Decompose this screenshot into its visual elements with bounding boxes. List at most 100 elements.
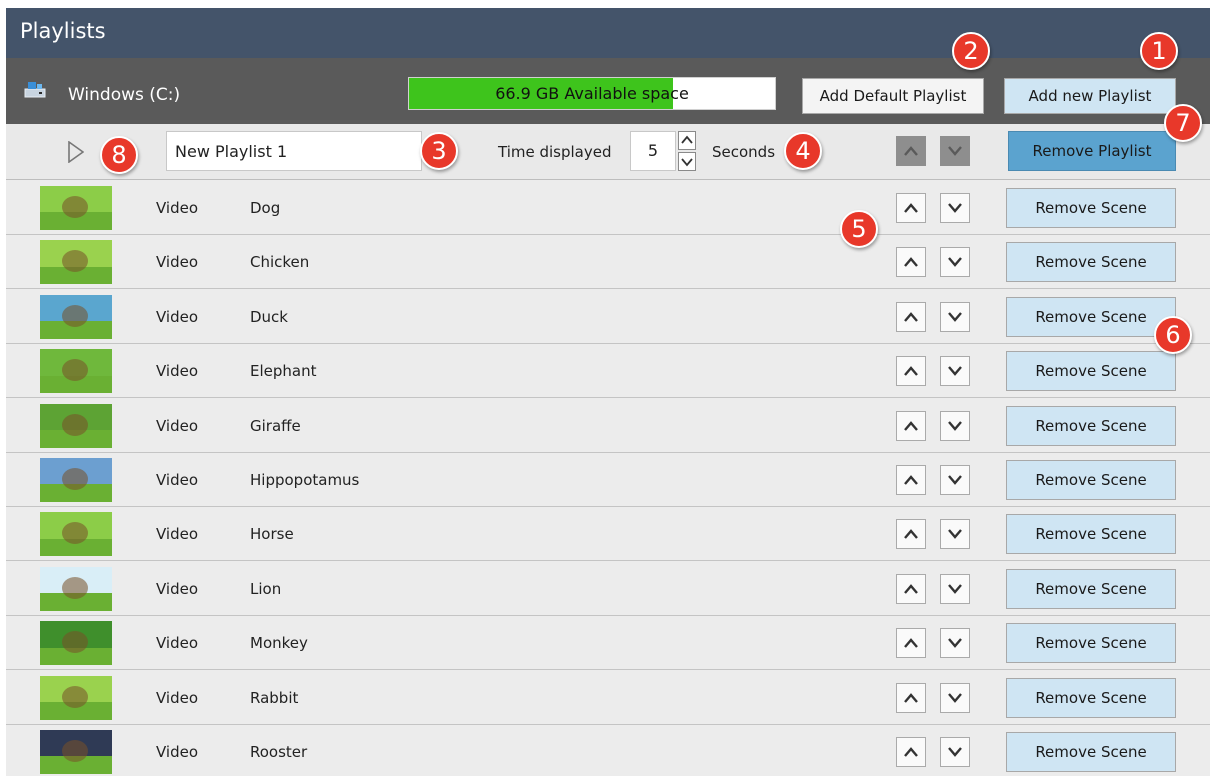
scene-move-up-button[interactable]: [896, 519, 926, 550]
scene-move-up-button[interactable]: [896, 356, 926, 387]
remove-playlist-button[interactable]: Remove Playlist: [1008, 131, 1176, 171]
scene-move-up-button[interactable]: [896, 193, 926, 223]
thumbnail-figure: [62, 196, 88, 218]
remove-scene-button[interactable]: Remove Scene: [1006, 514, 1176, 555]
chevron-down-icon: [948, 638, 962, 649]
drive-icon: [24, 82, 46, 98]
chevron-up-icon: [904, 638, 918, 648]
scene-move-up-button[interactable]: [896, 301, 926, 332]
remove-scene-button[interactable]: Remove Scene: [1006, 460, 1176, 500]
scene-move-down-button[interactable]: [940, 465, 970, 495]
scene-move-down-button[interactable]: [940, 737, 970, 767]
scene-type: Video: [156, 362, 199, 381]
scene-name: Horse: [250, 525, 294, 544]
remove-scene-button[interactable]: Remove Scene: [1006, 623, 1176, 664]
scene-move-down-button[interactable]: [940, 301, 970, 332]
chevron-up-icon: [904, 692, 918, 703]
chevron-up-icon: [904, 583, 918, 594]
callout-badge: 6: [1154, 316, 1192, 354]
scene-move-down-button[interactable]: [940, 682, 970, 713]
table-row: Video Lion Remove Scene: [6, 561, 1210, 616]
chevron-down-icon: [948, 257, 962, 268]
scene-thumbnail: [40, 566, 112, 611]
chevron-down-icon: [948, 529, 962, 540]
scene-move-down-button[interactable]: [940, 573, 970, 604]
playlist-move-down-button[interactable]: [940, 136, 970, 166]
thumbnail-figure: [62, 468, 88, 490]
scene-move-down-button[interactable]: [940, 628, 970, 659]
playlist-name-input[interactable]: [166, 131, 422, 171]
scene-name: Giraffe: [250, 416, 301, 435]
chevron-up-icon: [904, 203, 918, 213]
remove-scene-button[interactable]: Remove Scene: [1006, 732, 1176, 772]
chevron-up-icon: [904, 146, 918, 156]
add-default-playlist-button[interactable]: Add Default Playlist: [802, 78, 984, 114]
scene-move-up-button[interactable]: [896, 465, 926, 495]
playlist-header: Time displayed 5 Seconds Remove Playlist: [6, 124, 1210, 180]
remove-scene-button[interactable]: Remove Scene: [1006, 188, 1176, 228]
storage-bar: 66.9 GB Available space: [408, 77, 776, 110]
seconds-label: Seconds: [712, 143, 776, 161]
time-displayed-input[interactable]: 5: [630, 131, 676, 171]
scene-move-up-button[interactable]: [896, 737, 926, 767]
scene-move-down-button[interactable]: [940, 410, 970, 441]
table-row: Video Elephant Remove Scene: [6, 344, 1210, 399]
table-row: Video Rooster Remove Scene: [6, 725, 1210, 776]
time-increase-icon[interactable]: [678, 131, 696, 150]
remove-scene-button[interactable]: Remove Scene: [1006, 296, 1176, 337]
play-icon[interactable]: [68, 141, 84, 163]
thumbnail-figure: [62, 413, 88, 436]
scene-move-up-button[interactable]: [896, 247, 926, 278]
callout-badge: 1: [1140, 32, 1178, 70]
chevron-up-icon: [904, 311, 918, 322]
scene-name: Hippopotamus: [250, 471, 360, 489]
chevron-up-icon: [904, 366, 918, 376]
time-displayed-label: Time displayed: [498, 143, 612, 161]
scene-move-down-button[interactable]: [940, 356, 970, 387]
chevron-down-icon: [948, 420, 962, 431]
add-new-playlist-button[interactable]: Add new Playlist: [1004, 78, 1176, 114]
chevron-up-icon: [904, 475, 918, 485]
scene-move-down-button[interactable]: [940, 193, 970, 223]
drive-bar: Windows (C:) 66.9 GB Available space Add…: [6, 58, 1210, 124]
chevron-up-icon: [904, 747, 918, 757]
remove-scene-button[interactable]: Remove Scene: [1006, 405, 1176, 446]
scene-thumbnail: [40, 621, 112, 666]
scene-thumbnail: [40, 675, 112, 720]
chevron-down-icon: [948, 747, 962, 757]
scene-thumbnail: [40, 186, 112, 230]
scene-type: Video: [156, 525, 199, 544]
thumbnail-figure: [62, 304, 88, 327]
scene-name: Duck: [250, 307, 288, 326]
chevron-down-icon: [948, 692, 962, 703]
scene-name: Rooster: [250, 743, 308, 761]
callout-badge: 4: [784, 132, 822, 170]
chevron-up-icon: [904, 529, 918, 540]
scene-move-up-button[interactable]: [896, 628, 926, 659]
scene-move-down-button[interactable]: [940, 247, 970, 278]
playlist-move-up-button[interactable]: [896, 136, 926, 166]
scene-thumbnail: [40, 730, 112, 774]
scene-type: Video: [156, 416, 199, 435]
scene-move-up-button[interactable]: [896, 410, 926, 441]
chevron-down-icon: [948, 475, 962, 485]
drive-label: Windows (C:): [68, 85, 181, 105]
remove-scene-button[interactable]: Remove Scene: [1006, 242, 1176, 283]
table-row: Video Chicken Remove Scene: [6, 235, 1210, 290]
chevron-down-icon: [948, 584, 962, 594]
scene-move-up-button[interactable]: [896, 573, 926, 604]
remove-scene-button[interactable]: Remove Scene: [1006, 351, 1176, 392]
remove-scene-button[interactable]: Remove Scene: [1006, 677, 1176, 718]
thumbnail-figure: [62, 576, 88, 599]
scene-name: Lion: [250, 579, 282, 598]
scene-thumbnail: [40, 349, 112, 394]
callout-badge: 3: [420, 132, 458, 170]
scene-move-down-button[interactable]: [940, 519, 970, 550]
time-decrease-icon[interactable]: [678, 152, 696, 171]
table-row: Video Duck Remove Scene: [6, 289, 1210, 344]
chevron-up-icon: [904, 257, 918, 268]
scene-move-up-button[interactable]: [896, 682, 926, 713]
scene-thumbnail: [40, 403, 112, 448]
remove-scene-button[interactable]: Remove Scene: [1006, 568, 1176, 609]
chevron-down-icon: [948, 312, 962, 322]
